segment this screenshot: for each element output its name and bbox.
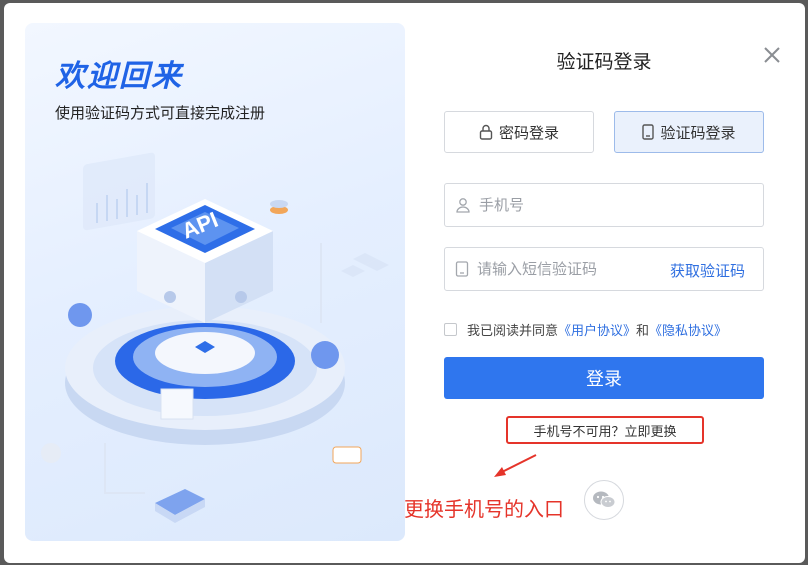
sms-code-input[interactable]	[477, 260, 657, 278]
get-code-button[interactable]: 获取验证码	[670, 260, 745, 281]
tab-password-label: 密码登录	[498, 123, 559, 142]
wechat-icon	[593, 491, 616, 508]
hero-panel: API 欢迎回来 使用验证码方式可直接完成注册	[25, 23, 405, 541]
tab-password-login[interactable]: 密码登录	[444, 111, 594, 153]
page-title: 验证码登录	[556, 51, 652, 73]
login-button[interactable]: 登录	[444, 357, 764, 399]
annotation-label: 更换手机号的入口	[404, 497, 564, 521]
user-agreement-link[interactable]: 《用户协议》	[558, 320, 636, 339]
login-dialog: API 欢迎回来 使用验证码方式可直接完成注册 验证码登录 密码登录 验证码登录…	[4, 3, 805, 563]
wechat-login-button[interactable]	[584, 480, 624, 520]
phone-icon	[642, 124, 655, 140]
hero-subtitle: 使用验证码方式可直接完成注册	[55, 104, 266, 122]
phone-icon	[455, 261, 469, 277]
lock-icon	[479, 124, 493, 140]
tab-code-login[interactable]: 验证码登录	[614, 111, 764, 153]
hero-title: 欢迎回来	[55, 59, 183, 94]
tab-code-label: 验证码登录	[660, 123, 736, 142]
phone-input[interactable]	[479, 196, 659, 214]
user-icon	[455, 197, 471, 213]
close-button[interactable]	[760, 43, 784, 67]
agree-checkbox[interactable]	[444, 322, 457, 336]
sms-code-field: 获取验证码	[444, 247, 764, 291]
arrow-annotation-icon	[494, 454, 537, 477]
api-illustration: API	[41, 152, 389, 523]
privacy-policy-link[interactable]: 《隐私协议》	[649, 320, 727, 339]
agreement-row: 我已阅读并同意 《用户协议》 和 《隐私协议》	[444, 320, 727, 339]
agree-prefix: 我已阅读并同意	[467, 323, 559, 339]
change-phone-link[interactable]: 手机号不可用？立即更换	[506, 416, 704, 444]
phone-field	[444, 183, 764, 227]
agree-and: 和	[636, 323, 650, 339]
close-icon	[764, 47, 780, 63]
